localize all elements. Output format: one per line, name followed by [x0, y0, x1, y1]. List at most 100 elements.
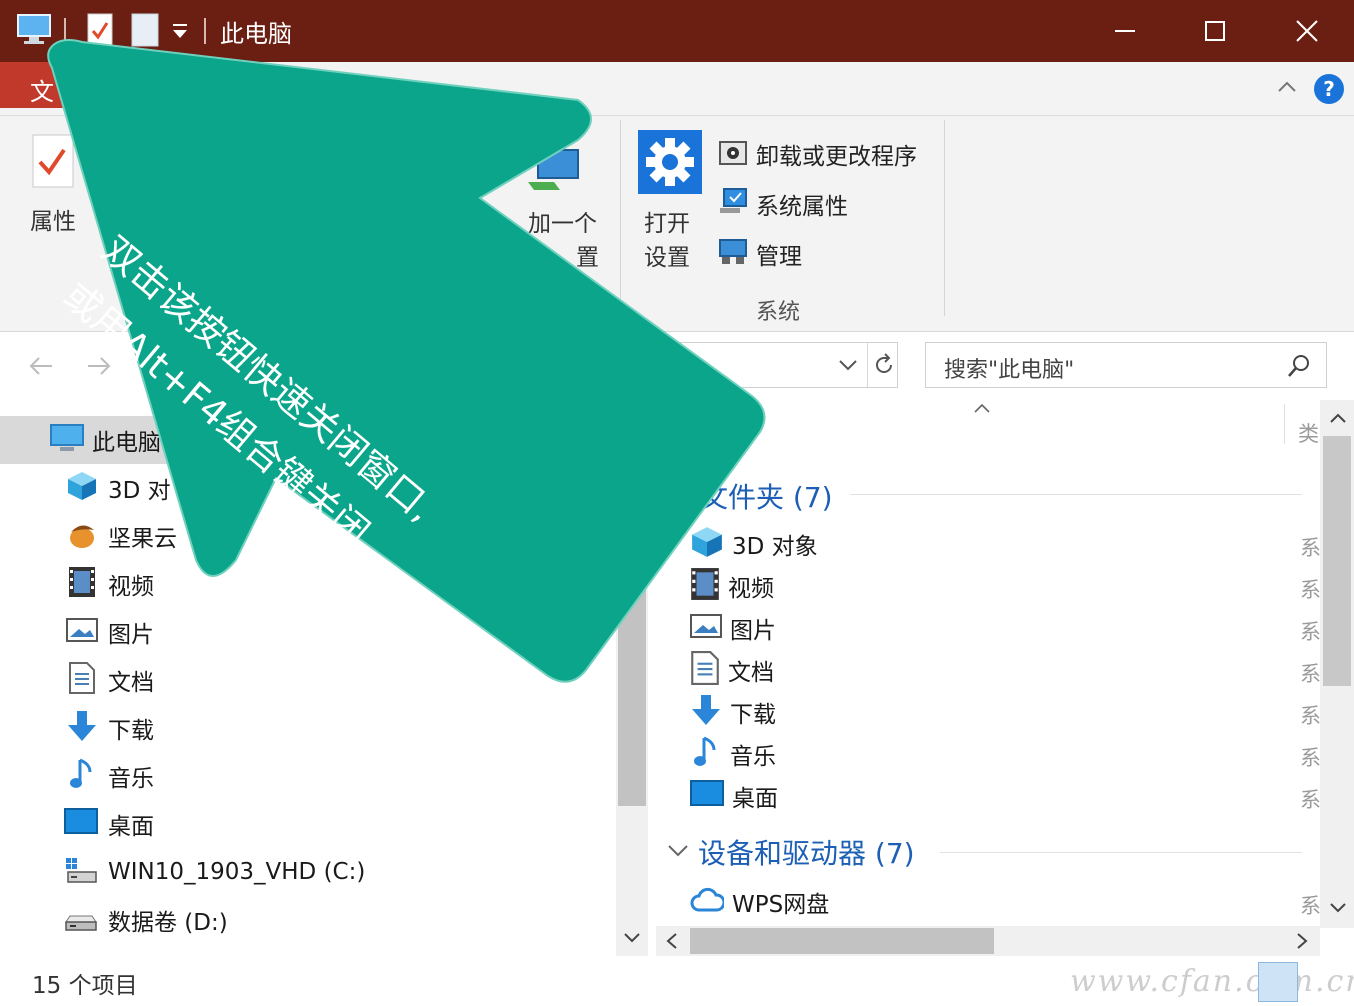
search-box[interactable]: 搜索"此电脑" — [925, 342, 1327, 388]
column-divider — [1284, 404, 1285, 444]
uninstall-program-button[interactable]: 卸载或更改程序 — [718, 136, 917, 172]
tree-item-label: 坚果云 — [108, 526, 177, 552]
list-item-label: WPS网盘 — [732, 892, 830, 918]
scrollbar-thumb[interactable] — [1323, 436, 1351, 686]
list-item-type: 系 — [1300, 894, 1321, 918]
tab-file[interactable]: 文 — [0, 62, 70, 108]
scroll-up-icon[interactable] — [1328, 410, 1348, 429]
video-icon — [68, 566, 96, 602]
add-network-location-label-2[interactable]: 置 — [576, 238, 599, 272]
content-pane: 类 文件夹 (7) 3D 对象 系 视频 系 图片 系 文档 系 下载 系 音乐… — [656, 400, 1354, 956]
list-item-label: 文档 — [728, 660, 774, 686]
tree-item-label: 文档 — [108, 670, 154, 696]
content-vertical-scrollbar[interactable] — [1320, 400, 1354, 928]
scroll-left-icon[interactable] — [664, 932, 680, 954]
quick-access-separator — [64, 18, 66, 44]
system-properties-button[interactable]: 系统属性 — [718, 186, 848, 222]
tree-item-label: 数据卷 (D:) — [108, 910, 228, 936]
help-button[interactable]: ? — [1314, 74, 1344, 104]
uninstall-program-label: 卸载或更改程序 — [756, 144, 917, 170]
scroll-down-icon[interactable] — [1328, 900, 1348, 919]
scrollbar-thumb[interactable] — [618, 410, 646, 806]
search-input[interactable]: 搜索"此电脑" — [944, 352, 1074, 384]
video-icon — [690, 567, 720, 605]
list-item-type: 系 — [1300, 746, 1321, 770]
tree-item-label: 视频 — [108, 574, 154, 600]
address-history-chevron-icon[interactable] — [837, 355, 859, 379]
desktop-icon — [64, 808, 98, 840]
content-horizontal-scrollbar[interactable] — [656, 926, 1320, 956]
tree-item-label: 桌面 — [108, 814, 154, 840]
group-divider — [850, 494, 1302, 495]
collapse-ribbon-icon[interactable] — [1276, 76, 1298, 102]
close-button[interactable] — [1262, 0, 1352, 62]
title-separator — [204, 18, 206, 44]
network-location-icon[interactable] — [524, 146, 584, 196]
tree-item-downloads[interactable]: 下载 — [0, 704, 616, 752]
minimize-button[interactable] — [1080, 0, 1170, 62]
scroll-right-icon[interactable] — [1294, 932, 1310, 954]
list-item-type: 系 — [1300, 662, 1321, 686]
scroll-down-icon[interactable] — [622, 930, 642, 950]
group-collapse-chevron-icon[interactable] — [666, 840, 690, 864]
system-menu-icon[interactable] — [16, 12, 52, 50]
list-item[interactable]: 文档 — [690, 650, 774, 690]
document-icon — [690, 651, 720, 689]
tree-item-desktop[interactable]: 桌面 — [0, 800, 616, 848]
manage-label: 管理 — [756, 244, 802, 270]
desktop-icon — [690, 779, 724, 813]
list-item-label: 音乐 — [730, 744, 776, 770]
tree-item-label: WIN10_1903_VHD (C:) — [108, 859, 366, 885]
refresh-icon[interactable] — [873, 353, 895, 381]
tree-item-music[interactable]: 音乐 — [0, 752, 616, 800]
settings-gear-icon[interactable] — [638, 130, 702, 198]
list-item[interactable]: 桌面 — [690, 776, 778, 816]
list-item-type: 系 — [1300, 578, 1321, 602]
list-item-label: 3D 对象 — [732, 534, 818, 560]
navigation-pane-scrollbar[interactable] — [616, 400, 648, 956]
manage-button[interactable]: 管理 — [718, 236, 802, 272]
customize-quick-access-icon[interactable] — [170, 22, 190, 44]
group-devices-heading[interactable]: 设备和驱动器 (7) — [698, 832, 915, 872]
system-properties-label: 系统属性 — [756, 194, 848, 220]
address-bar[interactable] — [640, 342, 898, 388]
new-folder-quick-icon[interactable] — [130, 12, 160, 52]
open-settings-label-1[interactable]: 打开 — [644, 204, 690, 238]
search-icon[interactable] — [1286, 353, 1312, 383]
open-settings-label-2[interactable]: 设置 — [644, 238, 690, 272]
group-folders-heading[interactable]: 文件夹 (7) — [700, 476, 833, 516]
music-icon — [66, 758, 98, 794]
download-icon — [690, 693, 722, 731]
list-item[interactable]: 音乐 — [690, 734, 776, 774]
column-header-type[interactable]: 类 — [1298, 418, 1319, 448]
list-item[interactable]: WPS网盘 — [690, 882, 829, 922]
back-arrow-icon[interactable] — [28, 354, 54, 384]
list-item-label: 图片 — [730, 618, 776, 644]
list-item-type: 系 — [1300, 620, 1321, 644]
tree-item-label: 下载 — [108, 718, 154, 744]
list-item[interactable]: 3D 对象 — [690, 524, 818, 564]
properties-icon[interactable] — [30, 132, 76, 194]
properties-quick-icon[interactable] — [86, 12, 114, 52]
list-item[interactable]: 视频 — [690, 566, 774, 606]
cube-icon — [690, 525, 724, 563]
tree-item-documents[interactable]: 文档 — [0, 656, 616, 704]
ribbon-separator — [944, 120, 945, 316]
list-item[interactable]: 图片 — [690, 608, 776, 648]
document-icon — [68, 662, 96, 698]
tree-item-drive-d[interactable]: 数据卷 (D:) — [0, 896, 616, 944]
scrollbar-thumb[interactable] — [690, 928, 994, 954]
download-icon — [66, 710, 98, 746]
tree-item-drive-c[interactable]: WIN10_1903_VHD (C:) — [0, 848, 616, 896]
properties-button[interactable]: 属性 — [30, 202, 76, 236]
tree-item-label: 3D 对 — [108, 478, 171, 504]
details-view-button[interactable] — [1258, 962, 1298, 1002]
add-network-location-label-1[interactable]: 加一个 — [528, 204, 597, 238]
list-item-type: 系 — [1300, 788, 1321, 812]
sort-up-chevron-icon — [972, 400, 992, 419]
title-bar: 此电脑 — [0, 0, 1354, 62]
picture-icon — [66, 616, 98, 648]
window-title: 此电脑 — [220, 20, 292, 48]
maximize-button[interactable] — [1170, 0, 1260, 62]
list-item[interactable]: 下载 — [690, 692, 776, 732]
